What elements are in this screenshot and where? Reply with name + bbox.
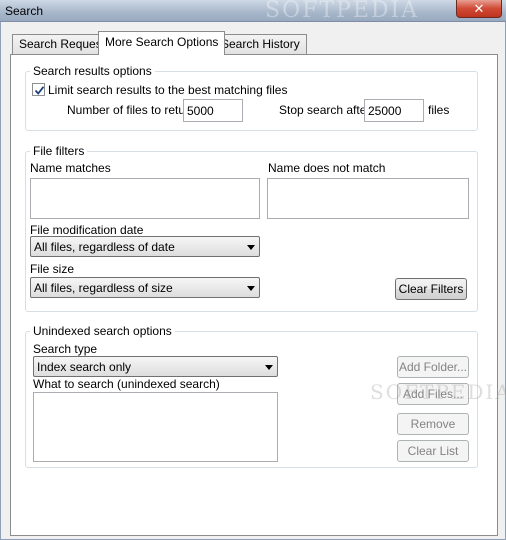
clear-filters-button[interactable]: Clear Filters — [395, 278, 467, 300]
limit-results-label: Limit search results to the best matchin… — [48, 83, 288, 97]
stop-search-after-input[interactable] — [364, 99, 424, 122]
what-to-search-label: What to search (unindexed search) — [33, 377, 220, 391]
limit-results-checkbox[interactable] — [32, 83, 45, 96]
tab-more-search-options[interactable]: More Search Options — [98, 31, 226, 55]
mod-date-value: All files, regardless of date — [34, 240, 175, 254]
chevron-down-icon — [247, 245, 255, 250]
search-type-value: Index search only — [37, 360, 132, 374]
file-size-select[interactable]: All files, regardless of size — [30, 277, 260, 298]
name-matches-label: Name matches — [30, 161, 111, 175]
softpedia-watermark: SOFTPEDIA — [370, 380, 506, 404]
files-to-return-input[interactable] — [183, 99, 243, 122]
remove-button[interactable]: Remove — [397, 413, 469, 435]
mod-date-select[interactable]: All files, regardless of date — [30, 236, 260, 257]
clear-list-button[interactable]: Clear List — [397, 440, 469, 462]
file-filters-legend: File filters — [30, 144, 88, 158]
chevron-down-icon — [247, 286, 255, 291]
add-folder-button[interactable]: Add Folder... — [397, 356, 469, 378]
close-icon: ✕ — [473, 1, 485, 16]
search-type-select[interactable]: Index search only — [33, 356, 278, 377]
name-not-match-label: Name does not match — [268, 161, 386, 175]
stop-search-after-label: Stop search after — [279, 103, 371, 117]
softpedia-watermark: SOFTPEDIA — [265, 0, 420, 23]
search-results-options-legend: Search results options — [30, 64, 155, 78]
files-unit-label: files — [428, 103, 450, 117]
title-bar: Search SOFTPEDIA ✕ — [0, 0, 506, 23]
file-size-value: All files, regardless of size — [34, 281, 173, 295]
window-title: Search — [5, 4, 44, 18]
check-icon — [34, 86, 45, 95]
search-type-label: Search type — [33, 342, 98, 356]
name-not-match-input[interactable] — [267, 178, 469, 219]
mod-date-label: File modification date — [30, 223, 144, 237]
chevron-down-icon — [265, 365, 273, 370]
unindexed-options-legend: Unindexed search options — [30, 324, 175, 338]
close-button[interactable]: ✕ — [456, 0, 502, 18]
name-matches-input[interactable] — [30, 178, 260, 219]
files-to-return-label: Number of files to return — [67, 103, 196, 117]
tab-search-history[interactable]: Search History — [214, 34, 307, 54]
what-to-search-list[interactable] — [33, 392, 278, 462]
file-size-label: File size — [30, 262, 75, 276]
